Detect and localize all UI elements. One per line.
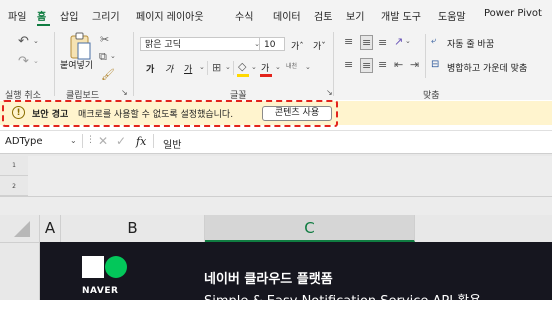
divider — [425, 34, 426, 78]
font-color-button[interactable]: 가 — [261, 61, 269, 74]
clipboard-launcher-icon[interactable]: ↘ — [121, 89, 128, 97]
divider — [133, 32, 134, 96]
align-top-icon[interactable]: ≡ — [344, 36, 353, 47]
group-label-alignment: 맞춤 — [423, 91, 440, 101]
tab-view[interactable]: 보기 — [346, 8, 364, 23]
bold-button[interactable]: 가 — [146, 62, 154, 75]
tab-help[interactable]: 도움말 — [438, 8, 466, 23]
select-all-icon — [14, 221, 30, 237]
align-center-icon[interactable]: ≡ — [360, 58, 374, 73]
active-tab-indicator — [37, 24, 50, 26]
insert-function-button[interactable]: fx — [136, 135, 146, 148]
more-options-icon: ⋮ — [86, 135, 95, 145]
align-right-icon[interactable]: ≡ — [378, 59, 387, 70]
undo-dropdown-icon[interactable]: ⌄ — [33, 38, 39, 45]
font-launcher-icon[interactable]: ↘ — [326, 89, 333, 97]
copy-dropdown-icon[interactable]: ⌄ — [110, 53, 116, 60]
name-box[interactable]: ADType — [5, 136, 43, 147]
align-middle-icon[interactable]: ≡ — [360, 35, 374, 50]
name-box-dropdown-icon[interactable]: ⌄ — [70, 137, 77, 145]
font-grow-button[interactable]: 가ˆ — [291, 39, 304, 52]
tab-review[interactable]: 검토 — [314, 8, 332, 23]
tab-developer[interactable]: 개발 도구 — [381, 8, 421, 23]
column-header-a[interactable]: A — [40, 215, 61, 242]
divider — [153, 134, 154, 148]
fill-color-swatch — [237, 74, 249, 77]
redo-icon[interactable]: ↷ — [18, 55, 29, 68]
column-header-b[interactable]: B — [61, 215, 205, 242]
font-name-dropdown[interactable]: 맑은 고딕 ⌄ — [140, 37, 264, 51]
tab-formulas[interactable]: 수식 — [235, 8, 253, 23]
divider — [333, 32, 334, 96]
tab-insert[interactable]: 삽입 — [60, 8, 78, 23]
font-shrink-button[interactable]: 가ˇ — [313, 39, 326, 52]
fill-color-dropdown-icon[interactable]: ⌄ — [251, 64, 257, 71]
column-header-d[interactable] — [415, 215, 552, 242]
wrap-text-button[interactable]: 자동 줄 바꿈 — [447, 37, 494, 50]
enter-icon[interactable]: ✓ — [116, 135, 126, 147]
borders-icon[interactable]: ⊞ — [212, 62, 221, 73]
divider — [207, 61, 208, 75]
font-color-swatch — [260, 74, 272, 77]
row-header-1[interactable]: 1 — [0, 156, 28, 176]
cut-icon[interactable]: ✂ — [100, 34, 109, 45]
formula-input[interactable]: 일반 — [163, 136, 181, 151]
naver-logo-text: NAVER — [82, 286, 119, 296]
grouped-rows-area — [28, 156, 552, 196]
divider — [233, 61, 234, 75]
tab-power-pivot[interactable]: Power Pivot — [484, 8, 542, 19]
divider — [82, 134, 83, 148]
banner-title: 네이버 클라우드 플랫폼 — [204, 272, 333, 287]
align-left-icon[interactable]: ≡ — [344, 59, 353, 70]
font-name-value: 맑은 고딕 — [145, 40, 181, 50]
highlight-box — [2, 100, 338, 127]
merge-center-icon[interactable]: ⊟ — [431, 60, 439, 70]
divider — [54, 32, 55, 96]
tab-draw[interactable]: 그리기 — [92, 8, 120, 23]
tab-file[interactable]: 파일 — [8, 8, 26, 23]
row-header-2[interactable]: 2 — [0, 177, 28, 196]
format-painter-icon[interactable]: 🖌 — [101, 69, 115, 80]
undo-icon[interactable]: ↶ — [18, 35, 29, 48]
orientation-dropdown-icon[interactable]: ⌄ — [405, 38, 411, 45]
font-color-dropdown-icon[interactable]: ⌄ — [275, 64, 281, 71]
merge-center-button[interactable]: 병합하고 가운데 맞춤 — [447, 61, 527, 74]
row-header-3[interactable] — [0, 243, 40, 300]
naver-cloud-logo-icon — [82, 256, 127, 278]
borders-dropdown-icon[interactable]: ⌄ — [225, 64, 231, 71]
orientation-icon[interactable]: ↗ — [394, 36, 403, 47]
ribbon-tab-bar: 파일 홈 삽입 그리기 페이지 레이아웃 수식 데이터 검토 보기 개발 도구 … — [0, 0, 552, 28]
phonetic-dropdown-icon[interactable]: ⌄ — [305, 64, 311, 71]
wrap-text-icon[interactable]: ⤶ — [431, 37, 436, 46]
font-size-dropdown[interactable]: 10 — [259, 37, 285, 51]
outline-bar — [0, 197, 552, 215]
paste-label[interactable]: 붙여넣기 — [60, 58, 93, 71]
tab-data[interactable]: 데이터 — [273, 8, 301, 23]
fill-color-icon[interactable]: ◇ — [238, 61, 246, 72]
align-bottom-icon[interactable]: ≡ — [378, 37, 387, 48]
decrease-indent-icon[interactable]: ⇤ — [394, 59, 403, 70]
underline-dropdown-icon[interactable]: ⌄ — [199, 64, 205, 71]
font-size-value: 10 — [264, 40, 276, 50]
copy-icon[interactable]: ⧉ — [99, 51, 107, 62]
redo-dropdown-icon[interactable]: ⌄ — [33, 58, 39, 65]
divider — [0, 153, 552, 154]
underline-button[interactable]: 가 — [184, 62, 192, 75]
tab-home[interactable]: 홈 — [37, 8, 46, 23]
select-all-button[interactable] — [0, 215, 40, 242]
tab-page-layout[interactable]: 페이지 레이아웃 — [136, 8, 204, 23]
embedded-banner-image: NAVER 네이버 클라우드 플랫폼 Simple & Easy Notific… — [40, 242, 552, 309]
italic-button[interactable]: 가 — [165, 62, 173, 75]
phonetic-button[interactable]: 내천 — [286, 61, 297, 70]
cancel-icon[interactable]: ✕ — [98, 135, 108, 147]
column-header-c[interactable]: C — [205, 215, 415, 242]
increase-indent-icon[interactable]: ⇥ — [410, 59, 419, 70]
